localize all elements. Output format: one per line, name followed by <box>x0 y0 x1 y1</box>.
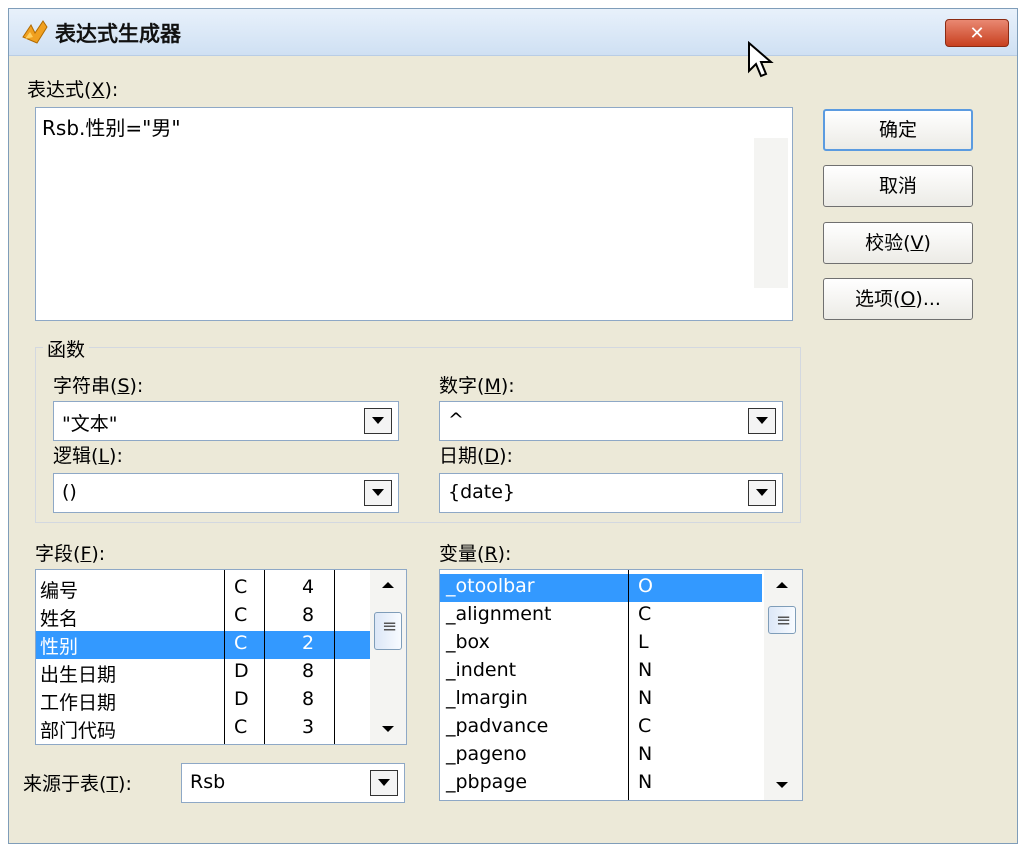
list-item-selected[interactable]: _otoolbar O <box>440 574 762 602</box>
dropdown-arrow-icon[interactable] <box>364 480 392 506</box>
date-function-label: 日期(D): <box>439 445 513 467</box>
list-item[interactable]: 工作日期 D 8 <box>36 687 370 715</box>
scroll-down-icon[interactable] <box>776 782 788 788</box>
dropdown-arrow-icon[interactable] <box>748 480 776 506</box>
source-table-combo[interactable]: Rsb <box>181 763 405 803</box>
fields-label: 字段(F): <box>35 543 106 565</box>
functions-group-label: 函数 <box>43 335 90 362</box>
app-icon <box>22 20 48 44</box>
column-divider <box>224 570 225 744</box>
date-function-combo[interactable]: {date} <box>439 473 783 513</box>
logical-function-combo[interactable]: () <box>53 473 399 513</box>
expression-value: Rsb.性别="男" <box>42 116 181 140</box>
list-item[interactable]: _pageno N <box>440 742 762 770</box>
dropdown-arrow-icon[interactable] <box>748 408 776 434</box>
column-divider <box>628 570 629 800</box>
list-item[interactable]: _lmargin N <box>440 686 762 714</box>
expression-label: 表达式(X): <box>27 79 119 101</box>
variables-label: 变量(R): <box>439 543 512 565</box>
expression-scrollbar[interactable] <box>754 138 788 288</box>
close-button[interactable]: ✕ <box>945 19 1009 47</box>
dropdown-arrow-icon[interactable] <box>364 408 392 434</box>
list-item[interactable]: 出生日期 D 8 <box>36 659 370 687</box>
list-item[interactable]: _pbpage N <box>440 770 762 798</box>
scroll-up-icon[interactable] <box>776 582 788 588</box>
window-title: 表达式生成器 <box>55 22 181 46</box>
list-item[interactable]: _padvance C <box>440 714 762 742</box>
cancel-button[interactable]: 取消 <box>823 165 973 207</box>
math-function-label: 数字(M): <box>439 375 515 397</box>
verify-button[interactable]: 校验(V) <box>823 222 973 264</box>
fields-listbox[interactable]: 编号 C 4 姓名 C 8 性别 C 2 出生日期 D 8 工作日期 D 8 部… <box>35 569 407 745</box>
string-function-label: 字符串(S): <box>53 375 144 397</box>
scroll-thumb[interactable] <box>768 606 796 634</box>
mouse-pointer-icon <box>748 41 774 78</box>
variables-scrollbar[interactable] <box>764 570 802 800</box>
variables-listbox[interactable]: _otoolbar O _alignment C _box L _indent … <box>439 569 803 801</box>
column-divider <box>334 570 335 744</box>
title-bar[interactable]: 表达式生成器 ✕ <box>9 9 1017 56</box>
list-item-selected[interactable]: 性别 C 2 <box>36 631 370 659</box>
close-icon: ✕ <box>969 23 985 44</box>
source-table-label: 来源于表(T): <box>23 773 132 795</box>
scroll-up-icon[interactable] <box>382 582 394 588</box>
string-function-combo[interactable]: "文本" <box>53 401 399 441</box>
dropdown-arrow-icon[interactable] <box>370 770 398 796</box>
expression-builder-dialog: 表达式生成器 ✕ 表达式(X): Rsb.性别="男" 确定 取消 校验(V) … <box>8 8 1018 844</box>
list-item[interactable]: _alignment C <box>440 602 762 630</box>
list-item[interactable]: _indent N <box>440 658 762 686</box>
math-function-combo[interactable]: ^ <box>439 401 783 441</box>
list-item[interactable]: 编号 C 4 <box>36 575 370 603</box>
fields-scrollbar[interactable] <box>370 570 406 744</box>
logical-function-label: 逻辑(L): <box>53 445 123 467</box>
expression-textarea[interactable]: Rsb.性别="男" <box>35 107 793 321</box>
list-item[interactable]: 姓名 C 8 <box>36 603 370 631</box>
options-button[interactable]: 选项(O)... <box>823 278 973 320</box>
ok-button[interactable]: 确定 <box>823 109 973 151</box>
column-divider <box>264 570 265 744</box>
list-item[interactable]: _box L <box>440 630 762 658</box>
scroll-down-icon[interactable] <box>382 726 394 732</box>
list-item[interactable]: 部门代码 C 3 <box>36 715 370 743</box>
scroll-thumb[interactable] <box>374 612 402 650</box>
